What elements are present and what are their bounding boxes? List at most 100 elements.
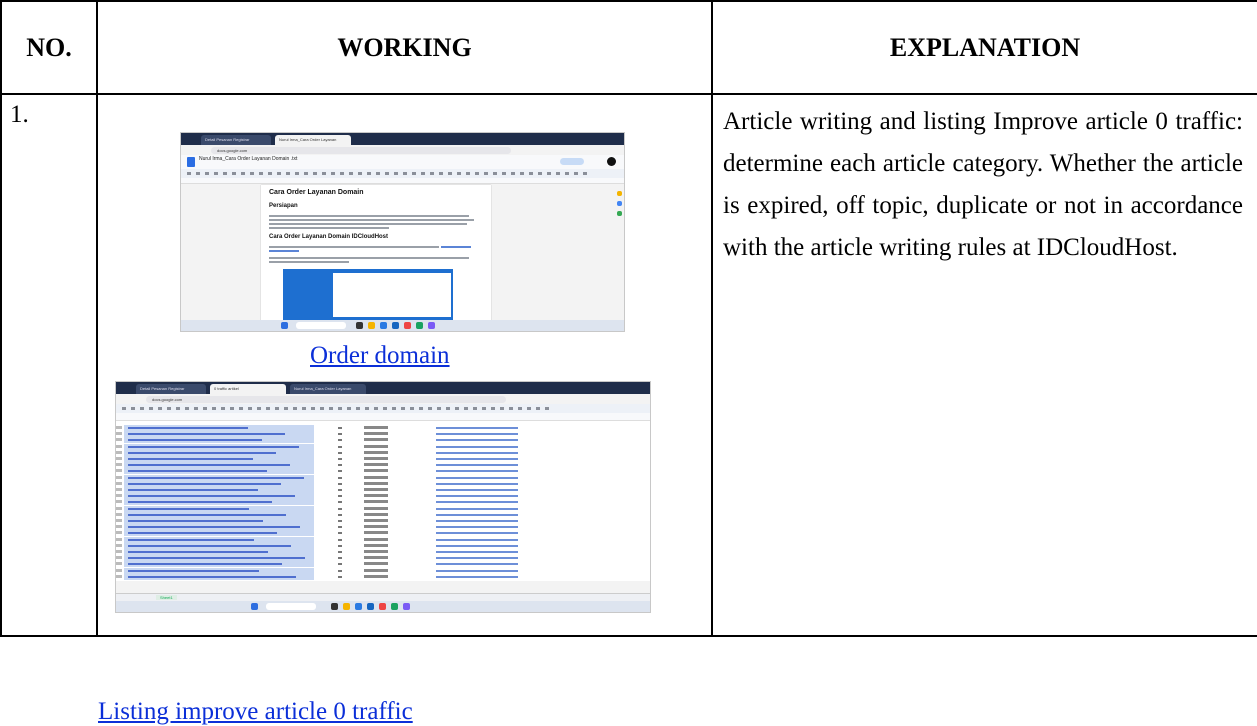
app-icon (380, 322, 387, 329)
status-cell (364, 574, 388, 578)
url-cell (436, 563, 518, 566)
doc-image (283, 269, 453, 321)
row-header (116, 494, 122, 498)
start-icon (281, 322, 288, 329)
docs-screenshot: Detail Pesanan Registrar Nurul Irma_Cara… (180, 132, 625, 332)
sheet-row (116, 493, 650, 500)
link-line (441, 246, 471, 248)
browser-tab-active: 0 traffic artikel (210, 384, 286, 394)
url-cell (436, 495, 518, 498)
number-cell (338, 489, 342, 491)
sheet-row (116, 431, 650, 438)
status-cell (364, 506, 388, 510)
row-header (116, 506, 122, 510)
sheet-row (116, 573, 650, 580)
row-header (116, 463, 122, 467)
sheet-row (116, 549, 650, 555)
listing-improve-link[interactable]: Listing improve article 0 traffic (98, 698, 413, 726)
sheet-row (116, 536, 650, 543)
order-domain-link[interactable]: Order domain (310, 342, 450, 370)
selected-url-cell (124, 561, 314, 568)
number-cell (338, 451, 342, 454)
ruler (181, 178, 624, 184)
sheet-row (116, 561, 650, 568)
url-cell (436, 476, 518, 479)
number-cell (338, 532, 342, 535)
number-cell (338, 439, 342, 442)
selected-url-cell (124, 549, 314, 555)
status-cell (364, 550, 388, 553)
folder-icon (368, 322, 375, 329)
number-cell (338, 551, 342, 553)
sheet-row (116, 524, 650, 531)
row-header (116, 574, 122, 578)
row-header (116, 519, 122, 522)
number-cell (338, 470, 342, 473)
number-cell (338, 476, 342, 479)
selected-url-cell (124, 487, 314, 493)
row-header (116, 469, 122, 473)
number-cell (338, 557, 342, 560)
status-cell (364, 463, 388, 467)
share-button (560, 158, 584, 165)
number-cell (338, 520, 342, 522)
app-icon (379, 603, 386, 610)
browser-tab: Detail Pesanan Registrar (136, 384, 206, 394)
status-cell (364, 537, 388, 541)
selected-url-cell (124, 567, 314, 574)
docs-toolbar (181, 169, 624, 178)
sheet-row (116, 487, 650, 493)
docs-icon (187, 157, 195, 167)
selected-url-cell (124, 530, 314, 537)
header-explanation: EXPLANATION (711, 0, 1257, 95)
url-cell (436, 551, 518, 553)
app-icon (392, 322, 399, 329)
url-cell (436, 482, 518, 485)
toolbar-icons (187, 172, 587, 175)
row-header (116, 457, 122, 460)
status-cell (364, 512, 388, 516)
url-cell (436, 464, 518, 467)
status-cell (364, 543, 388, 547)
row-header (116, 450, 122, 454)
table-row: 1. Detail Pesanan Registrar Nurul Irma_C… (0, 93, 1257, 725)
number-cell (338, 458, 342, 460)
sheet-row (116, 425, 650, 431)
chrome-icon (416, 322, 423, 329)
address-bar: docs.google.com (116, 394, 650, 404)
number-cell (338, 482, 342, 485)
selected-url-cell (124, 437, 314, 444)
explanation-cell: Article writing and listing Improve arti… (711, 93, 1257, 637)
folder-icon (343, 603, 350, 610)
row-header (116, 543, 122, 547)
url-cell (436, 427, 518, 429)
app-icon (367, 603, 374, 610)
sheet-row (116, 567, 650, 574)
sheets-screenshot: Detail Pesanan Registrar 0 traffic artik… (115, 381, 651, 613)
row-header (116, 537, 122, 541)
app-icon (356, 322, 363, 329)
selected-url-cell (124, 456, 314, 462)
row-header (116, 550, 122, 553)
number-cell (338, 495, 342, 498)
url-cell (436, 433, 518, 436)
url-cell (436, 513, 518, 516)
image-panel (333, 273, 451, 317)
text-line (269, 223, 467, 225)
row-header (116, 556, 122, 560)
selected-url-cell (124, 431, 314, 438)
number-cell (338, 563, 342, 566)
sheet-grid (116, 421, 650, 581)
status-cell (364, 475, 388, 479)
contacts-icon (617, 211, 622, 216)
selected-url-cell (124, 511, 314, 518)
doc-heading: Cara Order Layanan Domain (269, 189, 364, 196)
status-cell (364, 426, 388, 429)
row-header (116, 488, 122, 491)
taskbar-search (296, 322, 346, 329)
url-cell (436, 538, 518, 541)
address-bar: docs.google.com (181, 145, 624, 155)
browser-tab-bar: Detail Pesanan Registrar Nurul Irma_Cara… (181, 133, 624, 145)
browser-tab: Detail Pesanan Registrar (201, 135, 271, 145)
keep-icon (617, 191, 622, 196)
